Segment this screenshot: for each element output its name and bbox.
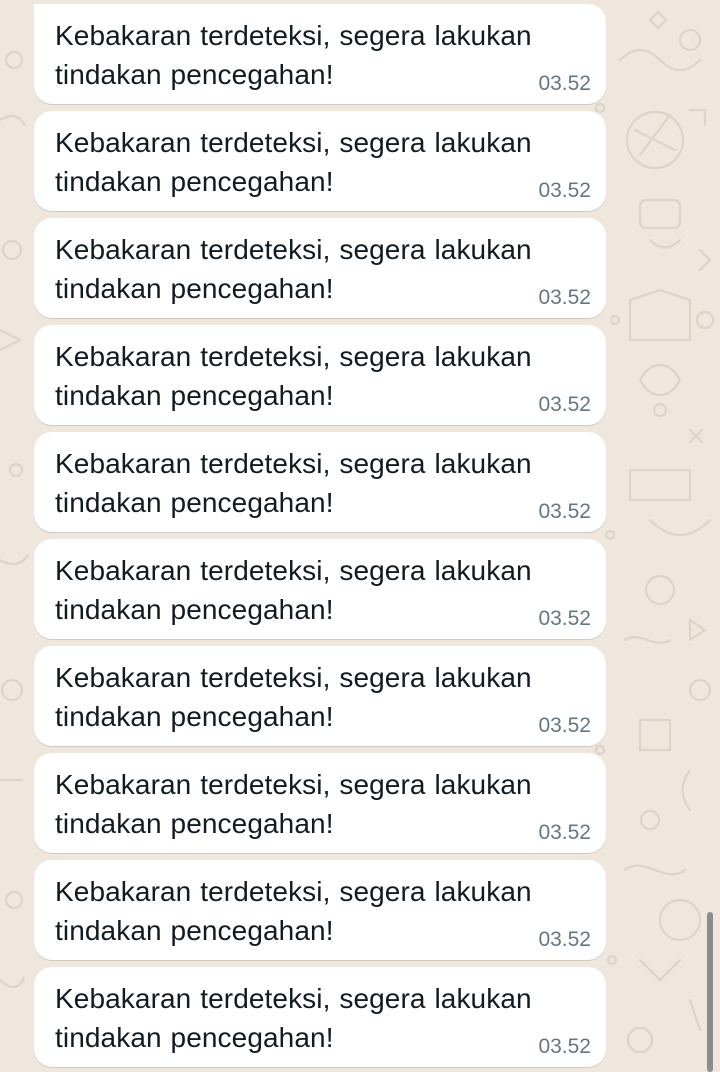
message-bubble[interactable]: Kebakaran terdeteksi, segera lakukan tin… <box>34 432 606 532</box>
message-text: Kebakaran terdeteksi, segera lakukan tin… <box>55 341 532 411</box>
message-text: Kebakaran terdeteksi, segera lakukan tin… <box>55 555 532 625</box>
message-bubble[interactable]: Kebakaran terdeteksi, segera lakukan tin… <box>34 325 606 425</box>
message-text: Kebakaran terdeteksi, segera lakukan tin… <box>55 127 532 197</box>
message-text: Kebakaran terdeteksi, segera lakukan tin… <box>55 20 532 90</box>
message-bubble[interactable]: Kebakaran terdeteksi, segera lakukan tin… <box>34 218 606 318</box>
message-bubble[interactable]: Kebakaran terdeteksi, segera lakukan tin… <box>34 860 606 960</box>
message-timestamp: 03.52 <box>538 714 591 737</box>
message-bubble[interactable]: Kebakaran terdeteksi, segera lakukan tin… <box>34 753 606 853</box>
message-bubble[interactable]: Kebakaran terdeteksi, segera lakukan tin… <box>34 646 606 746</box>
message-bubble[interactable]: Kebakaran terdeteksi, segera lakukan tin… <box>34 967 606 1067</box>
message-text: Kebakaran terdeteksi, segera lakukan tin… <box>55 234 532 304</box>
message-text: Kebakaran terdeteksi, segera lakukan tin… <box>55 448 532 518</box>
message-bubble[interactable]: Kebakaran terdeteksi, segera lakukan tin… <box>34 4 606 104</box>
message-text: Kebakaran terdeteksi, segera lakukan tin… <box>55 769 532 839</box>
message-timestamp: 03.52 <box>538 72 591 95</box>
message-list[interactable]: Kebakaran terdeteksi, segera lakukan tin… <box>0 0 720 1072</box>
message-timestamp: 03.52 <box>538 607 591 630</box>
message-timestamp: 03.52 <box>538 1035 591 1058</box>
message-text: Kebakaran terdeteksi, segera lakukan tin… <box>55 983 532 1053</box>
scrollbar-thumb[interactable] <box>707 912 713 1072</box>
message-text: Kebakaran terdeteksi, segera lakukan tin… <box>55 662 532 732</box>
message-timestamp: 03.52 <box>538 286 591 309</box>
message-timestamp: 03.52 <box>538 821 591 844</box>
message-bubble[interactable]: Kebakaran terdeteksi, segera lakukan tin… <box>34 111 606 211</box>
message-timestamp: 03.52 <box>538 928 591 951</box>
message-timestamp: 03.52 <box>538 500 591 523</box>
message-timestamp: 03.52 <box>538 179 591 202</box>
message-text: Kebakaran terdeteksi, segera lakukan tin… <box>55 876 532 946</box>
message-bubble[interactable]: Kebakaran terdeteksi, segera lakukan tin… <box>34 539 606 639</box>
message-timestamp: 03.52 <box>538 393 591 416</box>
